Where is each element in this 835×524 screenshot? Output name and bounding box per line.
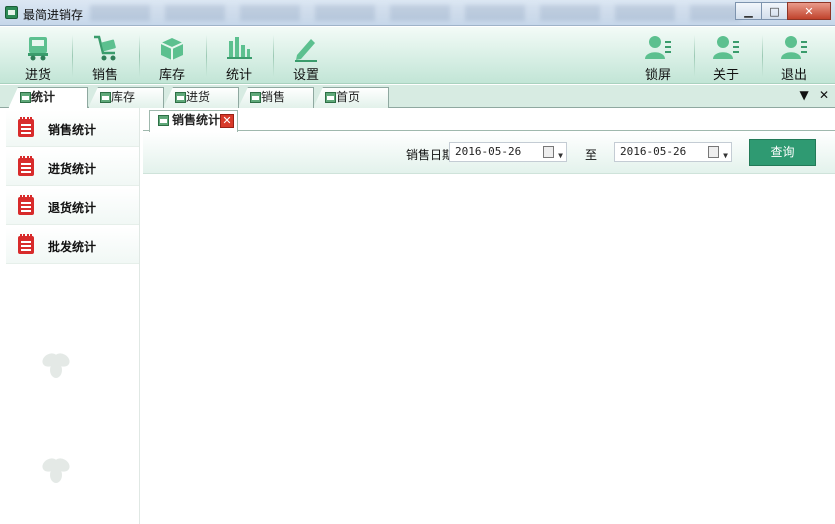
content-area: 销售统计 ✕ 销售日期 2016-05-26 ▼ 至 2016-05-26 ▼ … (143, 108, 835, 524)
bar-chart-icon (227, 37, 252, 59)
leaf-watermark-icon (42, 458, 70, 483)
tab-icon (158, 115, 169, 126)
tab-stock-in[interactable]: 进货 (163, 87, 239, 108)
toolbar-label: 统计 (225, 68, 252, 83)
tab-list-dropdown-icon[interactable]: ▼ (800, 88, 809, 102)
query-button[interactable]: 查询 (749, 139, 816, 166)
cart-icon (94, 35, 116, 61)
notepad-icon (18, 117, 34, 137)
toolbar-label: 设置 (292, 68, 319, 83)
notepad-icon (18, 156, 34, 176)
window-title: 最简进销存 (23, 8, 84, 22)
toolbar-label: 锁屏 (644, 68, 671, 83)
user-icon (645, 36, 671, 59)
toolbar-sales-button[interactable]: 销售 (73, 27, 137, 84)
tab-icon (20, 92, 31, 103)
tab-icon (175, 92, 186, 103)
tab-strip-controls: ▼ ✕ (794, 88, 829, 102)
tab-icon (100, 92, 111, 103)
nav-item-returns-stats[interactable]: 退货统计 (6, 188, 139, 225)
tab-home[interactable]: 首页 (313, 87, 389, 108)
inner-tab-strip: 销售统计 ✕ (143, 108, 835, 132)
minimize-button[interactable]: ▁ (735, 2, 762, 20)
toolbar-label: 进货 (24, 68, 51, 83)
tab-statistics[interactable]: 统计 (8, 87, 88, 109)
tab-inventory[interactable]: 库存 (88, 87, 164, 108)
close-tab-icon[interactable]: ✕ (220, 114, 234, 128)
window-controls: ▁ □ ✕ (735, 2, 831, 20)
nav-item-wholesale-stats[interactable]: 批发统计 (6, 227, 139, 264)
app-icon (5, 6, 18, 19)
tab-label: 进货 (186, 90, 211, 104)
toolbar-label: 库存 (158, 68, 185, 83)
toolbar-exit-button[interactable]: 退出 (762, 27, 826, 84)
toolbar-about-button[interactable]: 关于 (694, 27, 758, 84)
pencil-icon (295, 39, 317, 62)
chevron-down-icon: ▼ (723, 151, 728, 160)
start-date-value: 2016-05-26 (455, 145, 522, 158)
toolbar-label: 退出 (780, 68, 807, 83)
user-icon (713, 36, 739, 59)
tab-label: 统计 (31, 90, 56, 104)
nav-item-label: 退货统计 (48, 201, 97, 215)
toolbar-label: 关于 (712, 68, 739, 83)
left-nav: 销售统计 进货统计 退货统计 批发统计 (0, 108, 140, 524)
toolbar-label: 销售 (91, 68, 118, 83)
date-range-separator: 至 (585, 148, 598, 162)
nav-item-stock-in-stats[interactable]: 进货统计 (6, 149, 139, 186)
toolbar-stock-in-button[interactable]: 进货 (6, 27, 70, 84)
tab-label: 首页 (336, 90, 361, 104)
notepad-icon (18, 195, 34, 215)
filter-bar: 销售日期 2016-05-26 ▼ 至 2016-05-26 ▼ 查询 (143, 132, 835, 174)
toolbar-settings-button[interactable]: 设置 (274, 27, 338, 84)
maximize-button[interactable]: □ (761, 2, 788, 20)
tab-icon (325, 92, 336, 103)
close-button[interactable]: ✕ (787, 2, 831, 20)
close-tab-icon[interactable]: ✕ (819, 88, 829, 102)
truck-icon (28, 37, 48, 61)
end-date-picker[interactable]: 2016-05-26 ▼ (614, 142, 732, 162)
nav-item-label: 批发统计 (48, 240, 97, 254)
toolbar-statistics-button[interactable]: 统计 (207, 27, 271, 84)
title-bar: 最简进销存 ▁ □ ✕ (0, 0, 835, 26)
toolbar-inventory-button[interactable]: 库存 (140, 27, 204, 84)
box-icon (160, 38, 184, 60)
end-date-value: 2016-05-26 (620, 145, 687, 158)
nav-item-label: 销售统计 (48, 123, 97, 137)
calendar-icon (708, 146, 719, 158)
leaf-watermark-icon (42, 353, 70, 378)
sales-date-label: 销售日期 (406, 148, 455, 162)
tab-sales-stats[interactable]: 销售统计 ✕ (149, 110, 238, 132)
tab-label: 库存 (111, 90, 136, 104)
calendar-icon (543, 146, 554, 158)
chevron-down-icon: ▼ (558, 151, 563, 160)
notepad-icon (18, 234, 34, 254)
start-date-picker[interactable]: 2016-05-26 ▼ (449, 142, 567, 162)
nav-item-sales-stats[interactable]: 销售统计 (6, 110, 139, 147)
nav-item-label: 进货统计 (48, 162, 97, 176)
blurred-taskbar-strip (90, 5, 740, 21)
toolbar-lock-screen-button[interactable]: 锁屏 (626, 27, 690, 84)
tab-icon (250, 92, 261, 103)
main-toolbar: 进货 销售 库存 统计 设置 锁屏 关于 退出 (0, 27, 835, 84)
tab-label: 销售统计 (172, 113, 221, 127)
user-icon (781, 36, 807, 59)
tab-label: 销售 (261, 90, 286, 104)
document-tab-strip: 统计 库存 进货 销售 首页 ▼ ✕ (0, 85, 835, 109)
tab-sales[interactable]: 销售 (238, 87, 314, 108)
